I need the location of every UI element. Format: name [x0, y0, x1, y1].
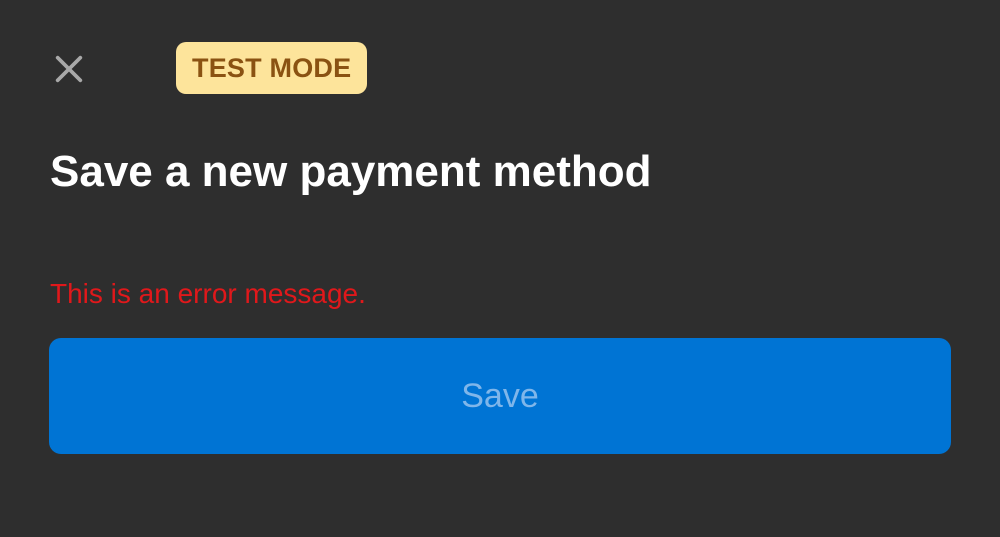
save-button[interactable]: Save: [49, 338, 951, 454]
error-message: This is an error message.: [50, 278, 366, 309]
payment-sheet: TEST MODE Save a new payment method This…: [0, 0, 1000, 537]
test-mode-badge: TEST MODE: [176, 42, 368, 94]
close-icon: [55, 55, 83, 83]
close-button[interactable]: [48, 48, 90, 90]
page-title: Save a new payment method: [50, 147, 652, 196]
